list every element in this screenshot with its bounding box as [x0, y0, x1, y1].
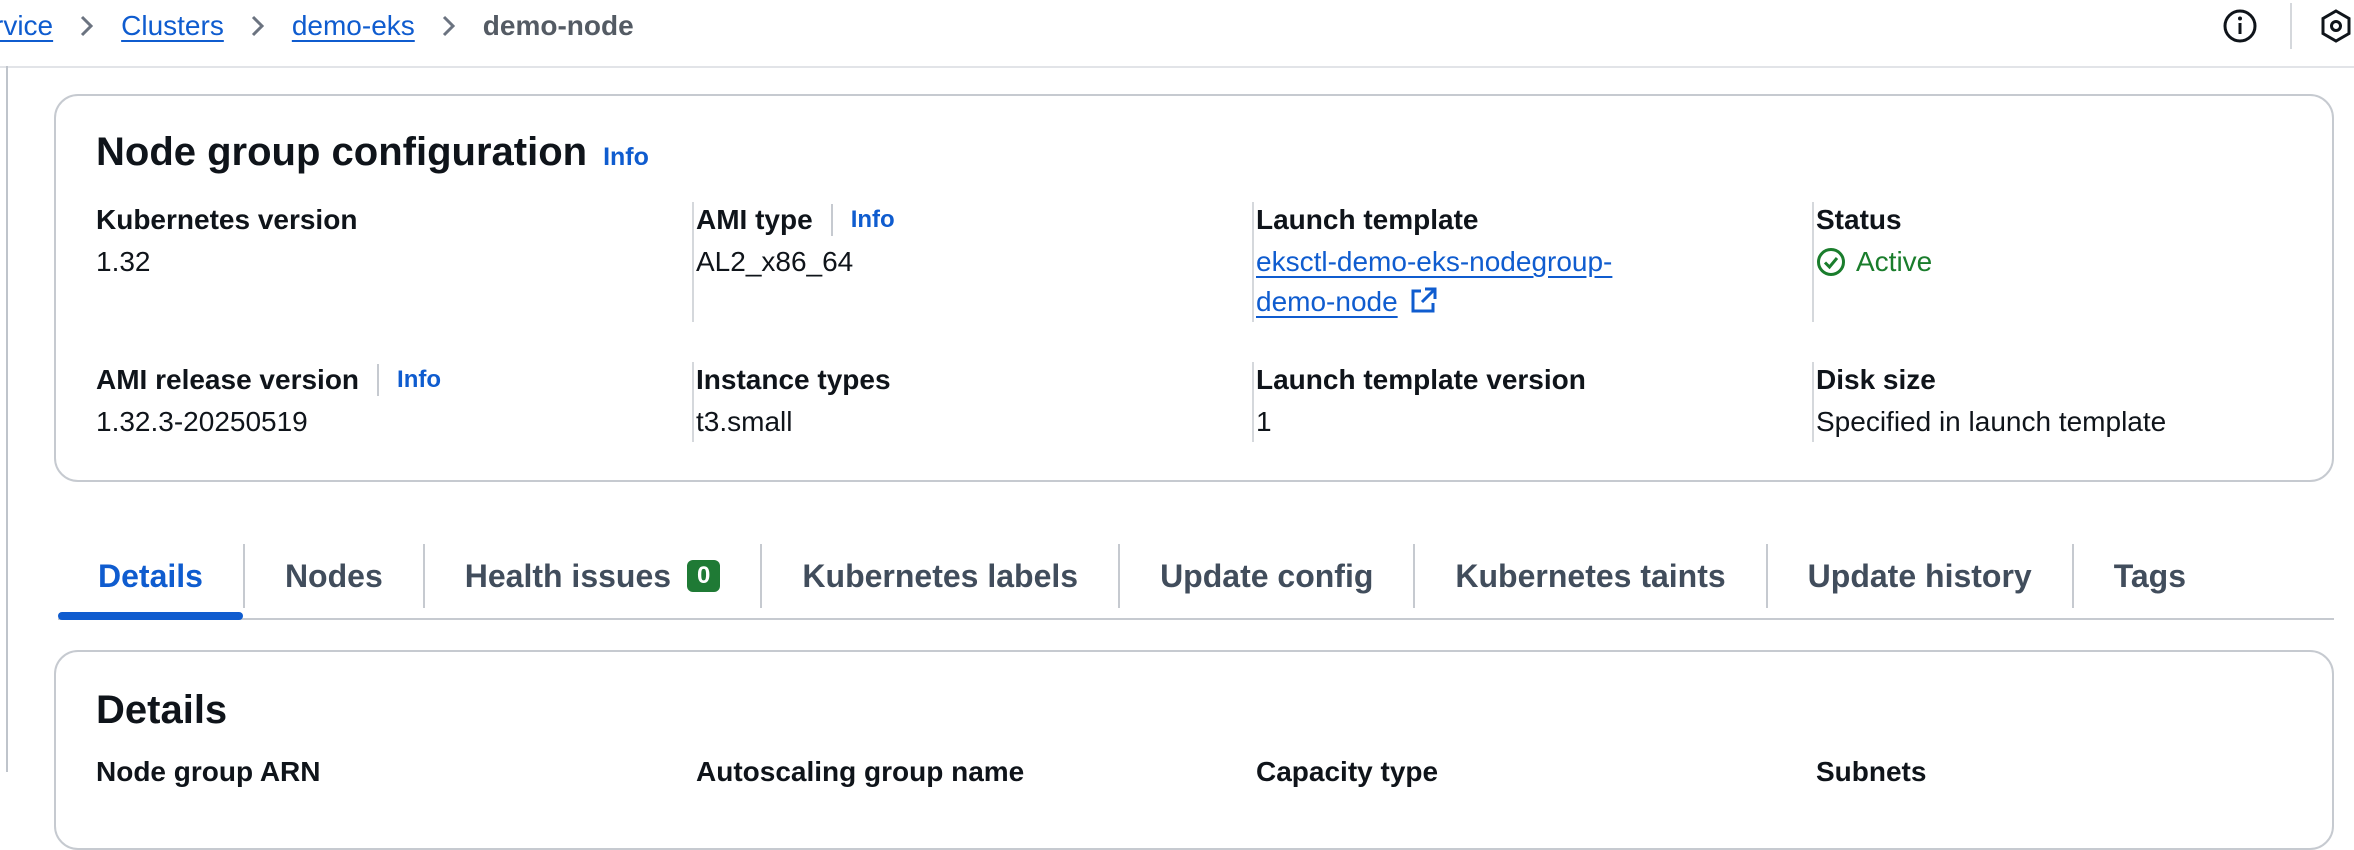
field-label: Instance types — [696, 364, 891, 395]
info-link[interactable]: Info — [603, 143, 649, 172]
status-text: Active — [1856, 246, 1933, 277]
panel-title-text: Node group configuration — [96, 130, 588, 174]
launch-template-link-line2[interactable]: demo-node — [1256, 286, 1398, 317]
field-label: Node group ARN — [96, 756, 321, 787]
ami-type-field: AMI type Info AL2_x86_64 — [696, 202, 1256, 282]
details-panel: Details Node group ARN Autoscaling group… — [54, 650, 2334, 850]
tab-label: Health issues — [464, 557, 672, 594]
launch-template-link[interactable]: eksctl-demo-eks-nodegroup- demo-node — [1256, 242, 1816, 326]
field-label: Autoscaling group name — [696, 756, 1025, 787]
breadcrumb-bar: rvice Clusters demo-eks demo-node — [0, 0, 2354, 68]
check-circle-icon — [1817, 248, 1845, 276]
instance-types-field: Instance types t3.small — [696, 362, 1256, 442]
info-circle-icon[interactable] — [2222, 8, 2258, 44]
node-group-configuration-panel: Node group configuration Info Kubernetes… — [54, 94, 2334, 482]
field-label: Kubernetes version — [96, 204, 358, 235]
breadcrumb-current: demo-node — [482, 10, 634, 41]
field-label: Capacity type — [1256, 756, 1439, 787]
field-label: Subnets — [1816, 756, 1927, 787]
tab-update-history[interactable]: Update history — [1768, 534, 2072, 618]
tab-health-issues[interactable]: Health issues 0 — [425, 534, 761, 618]
disk-size-field: Disk size Specified in launch template — [1816, 362, 2354, 442]
tab-details[interactable]: Details — [58, 534, 243, 620]
field-value: 1 — [1256, 406, 1272, 437]
divider — [2290, 3, 2292, 49]
tab-kubernetes-taints[interactable]: Kubernetes taints — [1415, 534, 1765, 618]
field-label: Disk size — [1816, 364, 1936, 395]
ami-release-version-field: AMI release version Info 1.32.3-20250519 — [96, 362, 656, 442]
kubernetes-version-field: Kubernetes version 1.32 — [96, 202, 656, 282]
field-value: 1.32.3-20250519 — [96, 406, 308, 437]
field-label: AMI release version — [96, 364, 360, 395]
left-panel-border — [6, 66, 8, 772]
breadcrumb: rvice Clusters demo-eks demo-node — [0, 0, 634, 52]
launch-template-field: Launch template eksctl-demo-eks-nodegrou… — [1256, 202, 1816, 326]
panel-title: Node group configuration Info — [96, 130, 649, 175]
tab-kubernetes-labels[interactable]: Kubernetes labels — [762, 534, 1118, 618]
column-divider — [692, 362, 694, 442]
field-label: Status — [1816, 204, 1902, 235]
tab-nodes[interactable]: Nodes — [245, 534, 423, 618]
breadcrumb-cluster-link[interactable]: demo-eks — [292, 10, 415, 42]
field-label-row: AMI release version Info — [96, 362, 656, 398]
info-link[interactable]: Info — [377, 364, 441, 396]
status-field: Status Active — [1816, 202, 2354, 288]
field-value: t3.small — [696, 406, 793, 437]
status-value: Active — [1816, 242, 2354, 288]
breadcrumb-clusters-link[interactable]: Clusters — [121, 10, 224, 42]
external-link-icon[interactable] — [1409, 285, 1439, 326]
tab-tags[interactable]: Tags — [2074, 534, 2226, 618]
field-value: AL2_x86_64 — [696, 246, 854, 277]
status-badge: Active — [1816, 242, 1932, 282]
chevron-right-icon — [79, 14, 95, 38]
launch-template-version-field: Launch template version 1 — [1256, 362, 1816, 442]
info-link[interactable]: Info — [830, 204, 895, 236]
chevron-right-icon — [441, 14, 457, 38]
breadcrumb-service-link[interactable]: rvice — [0, 10, 53, 42]
field-label-row: AMI type Info — [696, 202, 1256, 238]
column-divider — [692, 202, 694, 322]
count-badge: 0 — [687, 560, 721, 592]
panel-title: Details — [96, 688, 228, 732]
field-label: AMI type — [696, 204, 813, 235]
field-label: Launch template version — [1256, 364, 1586, 395]
field-label: Launch template — [1256, 204, 1479, 235]
top-icons — [2222, 0, 2354, 52]
chevron-right-icon — [250, 14, 266, 38]
field-value: Specified in launch template — [1816, 406, 2167, 437]
tab-update-config[interactable]: Update config — [1120, 534, 1413, 618]
field-value: 1.32 — [96, 246, 151, 277]
tab-bar: Details Nodes Health issues 0 Kubernetes… — [58, 534, 2334, 620]
settings-hex-icon[interactable] — [2318, 8, 2354, 44]
launch-template-link-line1[interactable]: eksctl-demo-eks-nodegroup- — [1256, 246, 1612, 277]
